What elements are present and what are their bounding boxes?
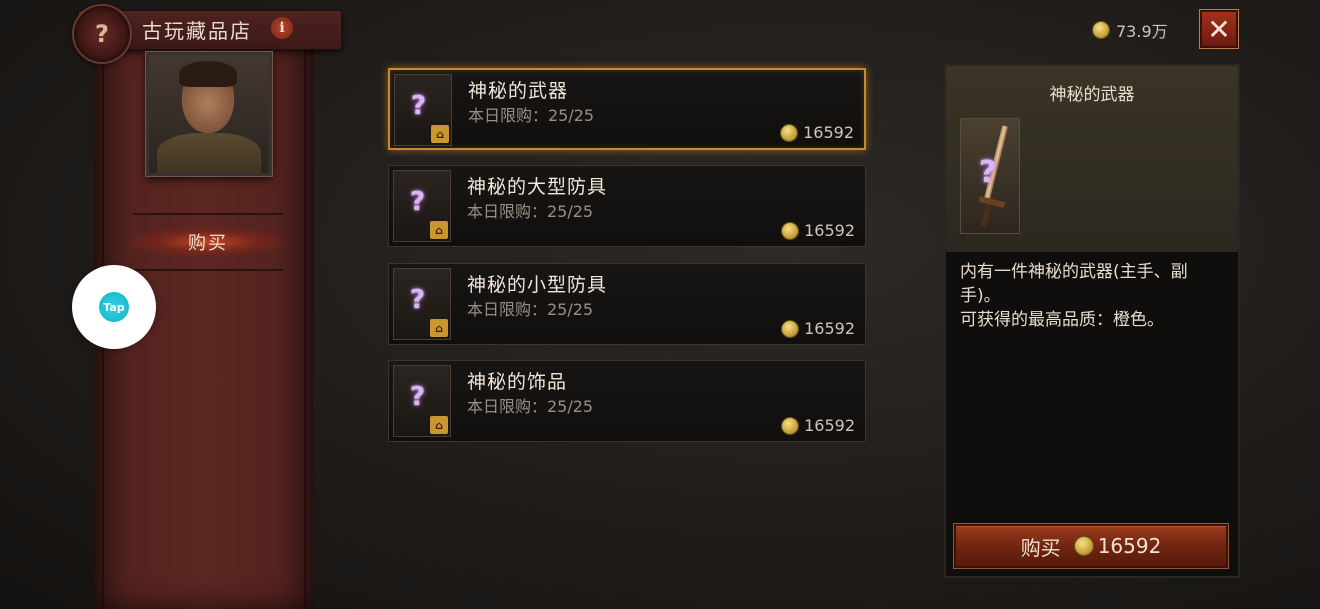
tap-logo-icon: Tap: [99, 292, 129, 322]
buy-price-value: 16592: [1097, 534, 1162, 558]
mystery-small-armor-icon: ? ⌂: [393, 268, 451, 340]
sword-guard: [978, 195, 1006, 209]
item-limit: 本日限购：25/25: [467, 202, 594, 221]
detail-description: 内有一件神秘的武器(主手、副 手)。 可获得的最高品质：橙色。: [960, 260, 1230, 332]
shop-title: 古玩藏品店: [142, 19, 252, 43]
item-price-value: 16592: [803, 123, 854, 142]
gold-coin-icon: [782, 320, 799, 337]
mystery-weapon-icon: ? ⌂: [394, 74, 452, 146]
shop-item-weapon[interactable]: ? ⌂ 神秘的武器 本日限购：25/25 16592: [388, 68, 866, 150]
nav-divider-bottom: [133, 269, 283, 271]
item-badge-icon: ⌂: [430, 221, 448, 239]
mystery-jewelry-icon: ? ⌂: [393, 365, 451, 437]
nav-buy-tab[interactable]: 购买: [128, 227, 288, 257]
info-icon[interactable]: i: [271, 17, 293, 39]
item-limit: 本日限购：25/25: [467, 397, 594, 416]
question-mark-icon: ?: [410, 285, 426, 315]
item-name: 神秘的武器: [468, 80, 569, 102]
portrait-body: [157, 133, 261, 173]
question-mark-icon: ?: [979, 155, 997, 190]
item-badge-icon: ⌂: [430, 416, 448, 434]
question-mark-icon: ?: [411, 91, 427, 121]
close-button[interactable]: ✕: [1200, 10, 1238, 48]
gold-balance-value: 73.9万: [1116, 22, 1168, 41]
gold-coin-icon: [1093, 22, 1109, 38]
detail-header: 神秘的武器 ?: [946, 66, 1238, 252]
nav-divider-top: [133, 213, 283, 215]
question-mark-icon: ?: [410, 382, 426, 412]
item-name: 神秘的小型防具: [467, 274, 608, 296]
gold-coin-icon: [1074, 537, 1093, 555]
item-limit: 本日限购：25/25: [467, 300, 594, 319]
emblem-glyph: ?: [95, 20, 109, 48]
item-price: 16592: [782, 221, 855, 240]
shop-item-jewelry[interactable]: ? ⌂ 神秘的饰品 本日限购：25/25 16592: [388, 360, 866, 442]
buy-button[interactable]: 购买 16592: [954, 524, 1228, 568]
item-price-value: 16592: [804, 221, 855, 240]
shop-item-small-armor[interactable]: ? ⌂ 神秘的小型防具 本日限购：25/25 16592: [388, 263, 866, 345]
gold-coin-icon: [781, 124, 798, 141]
tap-floating-button[interactable]: Tap: [72, 265, 156, 349]
description-line: 可获得的最高品质：橙色。: [960, 310, 1164, 330]
mystery-large-armor-icon: ? ⌂: [393, 170, 451, 242]
item-price: 16592: [781, 123, 854, 142]
item-limit: 本日限购：25/25: [468, 106, 595, 125]
gold-coin-icon: [782, 417, 799, 434]
item-detail-panel: 神秘的武器 ? 内有一件神秘的武器(主手、副 手)。 可获得的最高品质：橙色。 …: [944, 64, 1240, 578]
gold-balance: 73.9万: [1093, 18, 1168, 42]
shop-emblem-icon: ?: [74, 6, 130, 62]
buy-button-price: 16592: [1074, 534, 1162, 558]
item-price: 16592: [782, 319, 855, 338]
item-name: 神秘的大型防具: [467, 176, 608, 198]
item-name: 神秘的饰品: [467, 371, 568, 393]
portrait-hair: [179, 61, 237, 87]
gold-coin-icon: [782, 222, 799, 239]
detail-title: 神秘的武器: [1049, 85, 1135, 105]
question-mark-icon: ?: [410, 187, 426, 217]
buy-button-label: 购买: [1020, 535, 1061, 560]
game-shop-screen: ? 古玩藏品店 i 购买 Tap ? ⌂ 神秘的武器 本日限购：25/25 16…: [0, 0, 1320, 609]
mystery-sword-icon: ?: [960, 118, 1020, 234]
shop-item-large-armor[interactable]: ? ⌂ 神秘的大型防具 本日限购：25/25 16592: [388, 165, 866, 247]
merchant-portrait: [146, 52, 272, 176]
item-badge-icon: ⌂: [430, 319, 448, 337]
item-price-value: 16592: [804, 416, 855, 435]
description-line: 手)。: [960, 286, 1001, 306]
description-line: 内有一件神秘的武器(主手、副: [960, 262, 1188, 282]
item-price-value: 16592: [804, 319, 855, 338]
sword-grip: [980, 204, 992, 228]
item-badge-icon: ⌂: [431, 125, 449, 143]
item-price: 16592: [782, 416, 855, 435]
